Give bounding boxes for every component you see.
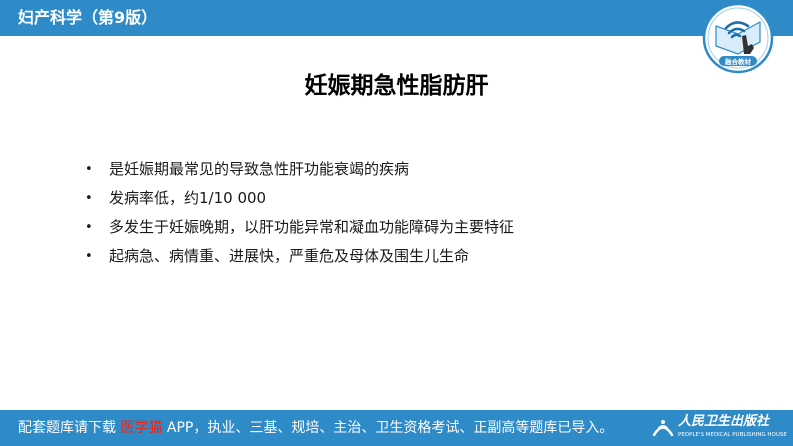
- list-item: • 多发生于妊娠晚期，以肝功能异常和凝血功能障碍为主要特征: [80, 213, 514, 242]
- bullet-icon: •: [85, 191, 93, 206]
- book-title: 妇产科学（第9版）: [18, 8, 158, 27]
- publisher-logo: 人民卫生出版社 PEOPLE'S MEDICAL PUBLISHING HOUS…: [651, 414, 789, 444]
- bullet-icon: •: [85, 249, 93, 264]
- bullet-text: 是妊娠期最常见的导致急性肝功能衰竭的疾病: [109, 160, 410, 178]
- slide-title: 妊娠期急性脂肪肝: [304, 73, 489, 99]
- publisher-emblem-icon: [652, 420, 674, 437]
- publisher-name-en: PEOPLE'S MEDICAL PUBLISHING HOUSE: [678, 432, 787, 438]
- publisher-name: 人民卫生出版社: [678, 414, 770, 429]
- bullet-text: 发病率低，约1/10 000: [109, 189, 267, 207]
- bullet-text: 多发生于妊娠晚期，以肝功能异常和凝血功能障碍为主要特征: [109, 218, 515, 236]
- footer-bar: 配套题库请下载 医学猫 APP，执业、三基、规培、主治、卫生资格考试、正副高等题…: [0, 410, 793, 446]
- bullet-icon: •: [85, 220, 93, 235]
- footer-notice: 配套题库请下载 医学猫 APP，执业、三基、规培、主治、卫生资格考试、正副高等题…: [18, 417, 613, 439]
- list-item: • 是妊娠期最常见的导致急性肝功能衰竭的疾病: [80, 155, 514, 184]
- logo-text: 融合教材: [725, 57, 752, 66]
- footer-suffix: APP，执业、三基、规培、主治、卫生资格考试、正副高等题库已导入。: [162, 420, 614, 436]
- wifi-touch-book-icon: 融合教材: [702, 2, 774, 74]
- bullet-list: • 是妊娠期最常见的导致急性肝功能衰竭的疾病 • 发病率低，约1/10 000 …: [80, 155, 514, 271]
- bullet-icon: •: [85, 162, 93, 177]
- header-bar: 妇产科学（第9版）: [0, 0, 793, 36]
- footer-prefix: 配套题库请下载: [18, 420, 121, 436]
- list-item: • 起病急、病情重、进展快，严重危及母体及围生儿生命: [80, 242, 514, 271]
- app-name-link[interactable]: 医学猫: [120, 420, 162, 436]
- bullet-text: 起病急、病情重、进展快，严重危及母体及围生儿生命: [109, 247, 470, 265]
- list-item: • 发病率低，约1/10 000: [80, 184, 514, 213]
